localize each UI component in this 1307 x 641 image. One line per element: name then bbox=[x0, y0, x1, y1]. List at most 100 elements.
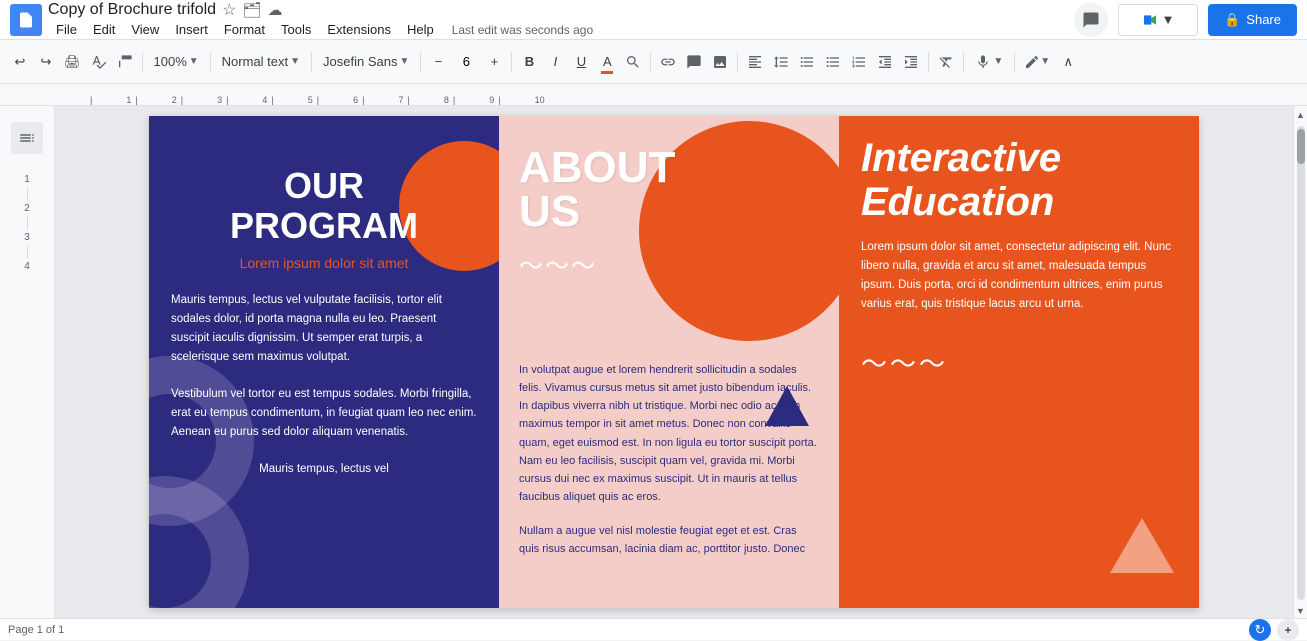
undo-button[interactable]: ↩ bbox=[8, 48, 32, 76]
scroll-up-button[interactable]: ▲ bbox=[1294, 108, 1307, 122]
bottom-bar: Page 1 of 1 ↻ + bbox=[0, 618, 1307, 640]
topbar: Copy of Brochure trifold ☆ 🗂 ☁ File Edit… bbox=[0, 0, 1307, 40]
share-lock-icon: 🔒 bbox=[1224, 12, 1240, 28]
separator10 bbox=[1014, 52, 1015, 72]
page-line-indicator3 bbox=[27, 245, 28, 259]
middle-panel-title: ABOUT US bbox=[519, 146, 819, 234]
zoom-dropdown[interactable]: 100% ▼ bbox=[148, 48, 205, 76]
middle-panel: ABOUT US 〜〜〜 In volutpat augue et lorem … bbox=[499, 116, 839, 608]
font-size-value[interactable]: 6 bbox=[452, 54, 480, 69]
left-panel: OUR PROGRAM Lorem ipsum dolor sit amet M… bbox=[149, 116, 499, 608]
bottom-right: ↻ + bbox=[1249, 619, 1299, 641]
doc-title-area: Copy of Brochure trifold ☆ 🗂 ☁ File Edit… bbox=[48, 0, 1068, 39]
menu-edit[interactable]: Edit bbox=[85, 20, 123, 39]
page-number-indicator3: 3 bbox=[24, 232, 30, 243]
highlight-button[interactable] bbox=[621, 48, 645, 76]
separator4 bbox=[420, 52, 421, 72]
menu-format[interactable]: Format bbox=[216, 20, 273, 39]
italic-button[interactable]: I bbox=[543, 48, 567, 76]
font-size-increase[interactable]: + bbox=[482, 48, 506, 76]
left-panel-title: OUR PROGRAM bbox=[230, 166, 418, 245]
scroll-track[interactable] bbox=[1297, 126, 1305, 600]
separator3 bbox=[311, 52, 312, 72]
meet-button[interactable]: ▼ bbox=[1118, 4, 1198, 36]
page-number-indicator2: 2 bbox=[24, 203, 30, 214]
doc-canvas[interactable]: OUR PROGRAM Lorem ipsum dolor sit amet M… bbox=[55, 106, 1293, 618]
left-panel-body2: Vestibulum vel tortor eu est tempus soda… bbox=[171, 385, 477, 442]
star-icon[interactable]: ☆ bbox=[222, 0, 236, 20]
zoom-chevron: ▼ bbox=[189, 56, 199, 67]
separator9 bbox=[963, 52, 964, 72]
scroll-down-button[interactable]: ▼ bbox=[1294, 604, 1307, 618]
document-page: OUR PROGRAM Lorem ipsum dolor sit amet M… bbox=[149, 116, 1199, 608]
left-side-circle2 bbox=[149, 476, 249, 608]
folder-icon[interactable]: 🗂 bbox=[242, 1, 261, 19]
last-edit-status: Last edit was seconds ago bbox=[452, 23, 593, 37]
left-panel-body3: Mauris tempus, lectus vel bbox=[259, 460, 389, 479]
ordered-list-button[interactable] bbox=[847, 48, 871, 76]
right-actions: ▼ 🔒 Share bbox=[1074, 3, 1297, 37]
comment-button[interactable] bbox=[1074, 3, 1108, 37]
right-wavy: 〜〜〜 bbox=[861, 344, 1177, 381]
scroll-thumb[interactable] bbox=[1297, 129, 1305, 164]
canvas-area: 1 2 3 4 OUR PROGRAM Lorem ipsum dolor si… bbox=[0, 106, 1307, 618]
left-sidebar: 1 2 3 4 bbox=[0, 106, 55, 618]
separator8 bbox=[928, 52, 929, 72]
voice-chevron: ▼ bbox=[993, 56, 1003, 67]
menu-extensions[interactable]: Extensions bbox=[319, 20, 399, 39]
decrease-indent-button[interactable] bbox=[873, 48, 897, 76]
text-color-button[interactable]: A bbox=[595, 48, 619, 76]
left-panel-subtitle: Lorem ipsum dolor sit amet bbox=[240, 255, 409, 271]
bold-button[interactable]: B bbox=[517, 48, 541, 76]
share-label: Share bbox=[1246, 12, 1281, 27]
image-button[interactable] bbox=[708, 48, 732, 76]
voice-input-dropdown[interactable]: ▼ bbox=[969, 48, 1009, 76]
font-dropdown[interactable]: Josefin Sans ▼ bbox=[317, 48, 415, 76]
clear-formatting-button[interactable] bbox=[934, 48, 958, 76]
style-chevron: ▼ bbox=[290, 56, 300, 67]
line-spacing-button[interactable] bbox=[769, 48, 793, 76]
middle-panel-body1: In volutpat augue et lorem hendrerit sol… bbox=[519, 361, 819, 506]
separator1 bbox=[142, 52, 143, 72]
doc-title[interactable]: Copy of Brochure trifold bbox=[48, 1, 216, 19]
share-button[interactable]: 🔒 Share bbox=[1208, 4, 1297, 36]
print-button[interactable]: 🖨 bbox=[60, 48, 85, 76]
outline-icon[interactable] bbox=[11, 122, 43, 154]
page-info: Page 1 of 1 bbox=[8, 624, 64, 636]
right-panel: Interactive Education Lorem ipsum dolor … bbox=[839, 116, 1199, 608]
comment-inline-button[interactable] bbox=[682, 48, 706, 76]
right-panel-body1: Lorem ipsum dolor sit amet, consectetur … bbox=[861, 238, 1177, 314]
spellcheck-button[interactable] bbox=[87, 48, 111, 76]
align-button[interactable] bbox=[743, 48, 767, 76]
redo-button[interactable]: ↪ bbox=[34, 48, 58, 76]
menu-tools[interactable]: Tools bbox=[273, 20, 319, 39]
link-button[interactable] bbox=[656, 48, 680, 76]
checklist-button[interactable] bbox=[795, 48, 819, 76]
vertical-scrollbar[interactable]: ▲ ▼ bbox=[1293, 106, 1307, 618]
font-size-decrease[interactable]: − bbox=[426, 48, 450, 76]
separator2 bbox=[210, 52, 211, 72]
menu-insert[interactable]: Insert bbox=[167, 20, 216, 39]
separator5 bbox=[511, 52, 512, 72]
menu-view[interactable]: View bbox=[123, 20, 167, 39]
menu-file[interactable]: File bbox=[48, 20, 85, 39]
font-chevron: ▼ bbox=[399, 56, 409, 67]
underline-button[interactable]: U bbox=[569, 48, 593, 76]
zoom-in-button[interactable]: + bbox=[1277, 619, 1299, 641]
unordered-list-button[interactable] bbox=[821, 48, 845, 76]
paint-format-button[interactable] bbox=[113, 48, 137, 76]
menu-help[interactable]: Help bbox=[399, 20, 442, 39]
middle-wavy: 〜〜〜 bbox=[519, 246, 819, 281]
editing-mode-button[interactable]: ▼ bbox=[1020, 48, 1054, 76]
separator6 bbox=[650, 52, 651, 72]
expand-toolbar-button[interactable]: ∧ bbox=[1056, 48, 1080, 76]
page-line-indicator2 bbox=[27, 216, 28, 230]
increase-indent-button[interactable] bbox=[899, 48, 923, 76]
right-panel-title: Interactive Education bbox=[861, 136, 1177, 224]
middle-panel-body2: Nullam a augue vel nisl molestie feugiat… bbox=[519, 522, 819, 558]
style-dropdown[interactable]: Normal text ▼ bbox=[216, 48, 306, 76]
separator7 bbox=[737, 52, 738, 72]
left-panel-body1: Mauris tempus, lectus vel vulputate faci… bbox=[171, 291, 477, 367]
refresh-circle-button[interactable]: ↻ bbox=[1249, 619, 1271, 641]
cloud-icon[interactable]: ☁ bbox=[267, 1, 282, 19]
